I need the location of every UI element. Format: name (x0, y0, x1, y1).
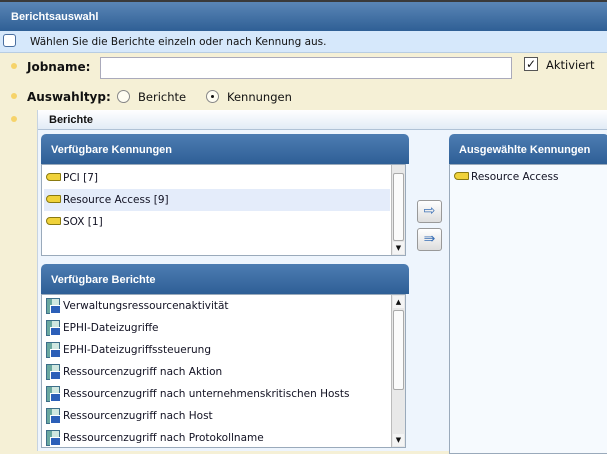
list-item[interactable]: EPHI-Dateizugriffssteuerung (44, 339, 390, 361)
item-label: EPHI-Dateizugriffssteuerung (63, 344, 211, 356)
bullet-icon (11, 93, 17, 99)
report-icon (46, 430, 61, 446)
add-button[interactable]: ⇨ (417, 200, 442, 223)
available-reports-list[interactable]: Verwaltungsressourcenaktivität EPHI-Date… (41, 294, 406, 448)
item-label: EPHI-Dateizugriffe (63, 322, 159, 334)
reports-section-title: Berichte (38, 110, 607, 130)
list-item[interactable]: Ressourcenzugriff nach Host (44, 405, 390, 427)
bullet-icon (11, 116, 17, 122)
list-item[interactable]: Resource Access (452, 166, 607, 188)
report-icon (46, 364, 61, 380)
item-label: Ressourcenzugriff nach Host (63, 410, 213, 422)
report-icon (46, 408, 61, 424)
report-icon (46, 298, 61, 314)
list-item[interactable]: EPHI-Dateizugriffe (44, 317, 390, 339)
scrollbar[interactable]: ▲ ▼ (391, 295, 405, 447)
selected-tags-header: Ausgewählte Kennungen (449, 134, 607, 164)
item-label: SOX [1] (63, 216, 103, 228)
info-text: Wählen Sie die Berichte einzeln oder nac… (30, 36, 327, 48)
radio-tags-label[interactable]: Kennungen (227, 90, 292, 104)
scroll-up-icon[interactable]: ▲ (393, 296, 404, 308)
list-item[interactable]: SOX [1] (44, 211, 390, 233)
scroll-down-icon[interactable]: ▼ (393, 434, 404, 446)
item-label: Resource Access [9] (63, 194, 169, 206)
radio-tags[interactable] (206, 90, 219, 103)
item-label: Verwaltungsressourcenaktivität (63, 300, 229, 312)
list-item[interactable]: Resource Access [9] (44, 189, 390, 211)
list-item[interactable]: Verwaltungsressourcenaktivität (44, 295, 390, 317)
tag-icon (46, 173, 61, 181)
jobname-label: Jobname: (27, 60, 91, 74)
list-item[interactable]: PCI [7] (44, 167, 390, 189)
add-all-button[interactable]: ⇛ (417, 228, 442, 251)
tag-checked-icon (46, 195, 61, 203)
comment-icon (3, 34, 16, 47)
tag-icon (46, 217, 61, 225)
list-item[interactable]: Ressourcenzugriff nach Aktion (44, 361, 390, 383)
tag-icon (454, 172, 469, 180)
info-bar: Wählen Sie die Berichte einzeln oder nac… (0, 31, 607, 53)
enabled-checkbox[interactable]: ✓ (524, 57, 538, 71)
item-label: Ressourcenzugriff nach Protokollname (63, 432, 264, 444)
item-label: Ressourcenzugriff nach Aktion (63, 366, 223, 378)
selection-type-label: Auswahltyp: (27, 90, 111, 104)
report-icon (46, 386, 61, 402)
radio-reports-label[interactable]: Berichte (138, 90, 186, 104)
arrow-right-icon: ⇨ (423, 203, 436, 219)
available-tags-list[interactable]: PCI [7] Resource Access [9] SOX [1] ▼ (41, 164, 406, 256)
bullet-icon (11, 63, 17, 69)
double-arrow-right-icon: ⇛ (423, 231, 436, 247)
radio-reports[interactable] (117, 90, 130, 103)
item-label: Ressourcenzugriff nach unternehmenskriti… (63, 388, 350, 400)
list-item[interactable]: Ressourcenzugriff nach Protokollname (44, 427, 390, 449)
jobname-input[interactable] (100, 57, 512, 79)
report-icon (46, 342, 61, 358)
scroll-down-icon[interactable]: ▼ (393, 242, 404, 254)
item-label: PCI [7] (63, 172, 98, 184)
list-item[interactable]: Ressourcenzugriff nach unternehmenskriti… (44, 383, 390, 405)
selected-tags-list[interactable]: Resource Access (449, 164, 607, 454)
item-label: Resource Access (471, 171, 559, 183)
scrollbar[interactable]: ▼ (391, 165, 405, 255)
enabled-label: Aktiviert (546, 58, 595, 72)
report-icon (46, 320, 61, 336)
dialog-title: Berichtsauswahl (0, 0, 607, 31)
available-tags-header: Verfügbare Kennungen (41, 134, 409, 164)
available-reports-header: Verfügbare Berichte (41, 264, 409, 294)
